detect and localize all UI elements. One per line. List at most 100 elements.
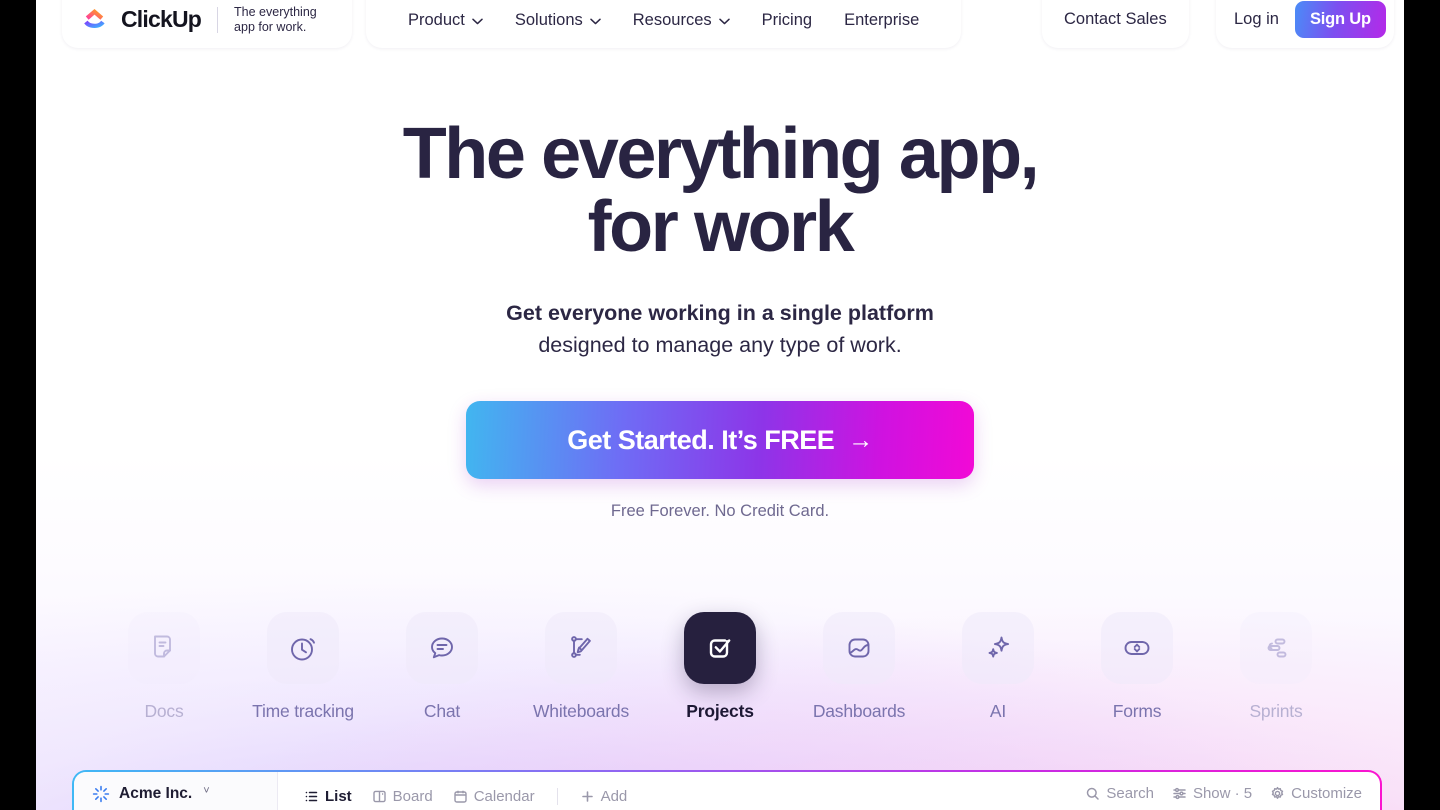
sparkles-icon (962, 612, 1034, 684)
app-sidebar: Acme Inc. ˅ (74, 772, 278, 810)
view-tab-board[interactable]: Board (364, 785, 441, 808)
feature-item-time-tracking[interactable]: Time tracking (234, 612, 373, 722)
search-button[interactable]: Search (1085, 785, 1154, 802)
nav-item-label: Pricing (761, 10, 813, 29)
feature-item-chat[interactable]: Chat (373, 612, 512, 722)
starburst-icon (92, 785, 110, 803)
add-view-button[interactable]: Add (572, 785, 636, 808)
hero-subtitle-bold: Get everyone working in a single platfor… (506, 301, 934, 325)
hero-subtitle: Get everyone working in a single platfor… (36, 297, 1404, 361)
viewport: ClickUp The everything app for work. Pro… (0, 0, 1440, 810)
feature-item-sprints[interactable]: Sprints (1207, 612, 1346, 722)
board-icon (372, 789, 387, 804)
nav-item-pricing[interactable]: Pricing (746, 0, 828, 42)
feature-item-docs[interactable]: Docs (95, 612, 234, 722)
cta-container: Get Started. It’s FREE → (36, 401, 1404, 479)
view-tab-calendar[interactable]: Calendar (445, 785, 543, 808)
logo-tagline-line1: The everything (234, 4, 317, 19)
app-main-toolbar: List Board Calendar Add Search Show · 5 … (278, 772, 1380, 810)
feature-label: Dashboards (812, 701, 906, 721)
nav-item-label: Solutions (514, 10, 583, 29)
search-label: Search (1106, 785, 1154, 802)
nav-item-label: Product (408, 10, 465, 29)
feature-label: Docs (144, 701, 184, 721)
contact-sales-group: Contact Sales (1042, 0, 1189, 48)
feature-item-projects[interactable]: Projects (651, 612, 790, 722)
app-preview-inner: Acme Inc. ˅ List Board Calendar Add Sear… (74, 772, 1380, 810)
feature-switcher: Docs Time tracking Chat Whiteboards Proj… (36, 612, 1404, 722)
chevron-down-icon (472, 18, 483, 25)
nav-item-solutions[interactable]: Solutions (499, 0, 617, 42)
logo-wordmark: ClickUp (121, 5, 202, 32)
hero-section: The everything app, for work Get everyon… (36, 118, 1404, 521)
gantt-bars-icon (1240, 612, 1312, 684)
feature-item-ai[interactable]: AI (929, 612, 1068, 722)
customize-button[interactable]: Customize (1270, 785, 1362, 802)
show-filter-button[interactable]: Show · 5 (1172, 785, 1252, 802)
logo-divider (217, 7, 219, 33)
toolbar-divider (556, 788, 558, 805)
app-toolbar-right: Search Show · 5 Customize (1085, 785, 1362, 802)
view-tabs: List Board Calendar Add (296, 785, 635, 808)
chat-bubble-icon (406, 612, 478, 684)
headline-line-2: for work (587, 187, 855, 267)
plus-icon (580, 789, 595, 804)
feature-label: Forms (1112, 701, 1162, 721)
calendar-icon (453, 789, 468, 804)
logo-tagline: The everything app for work. (234, 5, 334, 35)
app-preview-card: Acme Inc. ˅ List Board Calendar Add Sear… (72, 770, 1382, 810)
nav-item-product[interactable]: Product (392, 0, 499, 42)
feature-label: Chat (423, 701, 461, 721)
sign-up-button[interactable]: Sign Up (1294, 1, 1386, 38)
page-title: The everything app, for work (36, 118, 1404, 264)
chevron-down-icon (718, 18, 730, 25)
logo-group[interactable]: ClickUp The everything app for work. (62, 0, 353, 48)
get-started-button[interactable]: Get Started. It’s FREE → (466, 401, 974, 479)
feature-label: Time tracking (252, 701, 354, 721)
workspace-name[interactable]: Acme Inc. (119, 785, 192, 803)
nav-item-resources[interactable]: Resources (617, 0, 746, 42)
search-icon (1085, 786, 1100, 801)
site-header: ClickUp The everything app for work. Pro… (36, 0, 1404, 50)
feature-label: AI (989, 701, 1007, 721)
landing-page: ClickUp The everything app for work. Pro… (36, 0, 1404, 810)
cta-label: Get Started. It’s FREE (567, 424, 835, 455)
feature-label: Sprints (1249, 701, 1303, 721)
view-tab-list[interactable]: List (296, 785, 360, 808)
feature-item-forms[interactable]: Forms (1068, 612, 1207, 722)
list-icon (304, 789, 319, 804)
whiteboard-pencil-icon (545, 612, 617, 684)
clickup-logo-icon (82, 7, 107, 32)
add-view-label: Add (600, 788, 628, 805)
log-in-link[interactable]: Log in (1234, 10, 1279, 29)
document-icon (128, 612, 200, 684)
checkbox-check-icon (684, 612, 756, 684)
cta-note: Free Forever. No Credit Card. (610, 502, 830, 520)
chevron-down-icon[interactable]: ˅ (203, 785, 209, 797)
hero-subtitle-regular: designed to manage any type of work. (538, 333, 902, 357)
nav-item-enterprise[interactable]: Enterprise (828, 0, 935, 42)
clock-icon (267, 612, 339, 684)
feature-label: Whiteboards (532, 701, 630, 721)
headline-line-1: The everything app, (402, 114, 1040, 194)
view-tab-label: Calendar (473, 788, 535, 805)
view-tab-label: Board (392, 788, 433, 805)
customize-label: Customize (1291, 785, 1362, 802)
gear-icon (1270, 786, 1285, 801)
logo-tagline-line2: app for work. (234, 19, 307, 34)
show-filter-label: Show · 5 (1192, 785, 1253, 802)
feature-item-whiteboards[interactable]: Whiteboards (512, 612, 651, 722)
area-chart-icon (823, 612, 895, 684)
nav-item-label: Enterprise (844, 10, 920, 29)
feature-item-dashboards[interactable]: Dashboards (790, 612, 929, 722)
form-select-icon (1101, 612, 1173, 684)
auth-group: Log in Sign Up (1216, 0, 1394, 48)
primary-nav: Product Solutions Resources Pricing Ente… (366, 0, 962, 48)
sliders-icon (1172, 786, 1187, 801)
view-tab-label: List (325, 788, 352, 805)
chevron-down-icon (590, 18, 601, 25)
arrow-right-icon: → (848, 425, 873, 454)
contact-sales-link[interactable]: Contact Sales (1064, 10, 1167, 29)
feature-label: Projects (686, 701, 754, 721)
nav-item-label: Resources (632, 10, 712, 29)
